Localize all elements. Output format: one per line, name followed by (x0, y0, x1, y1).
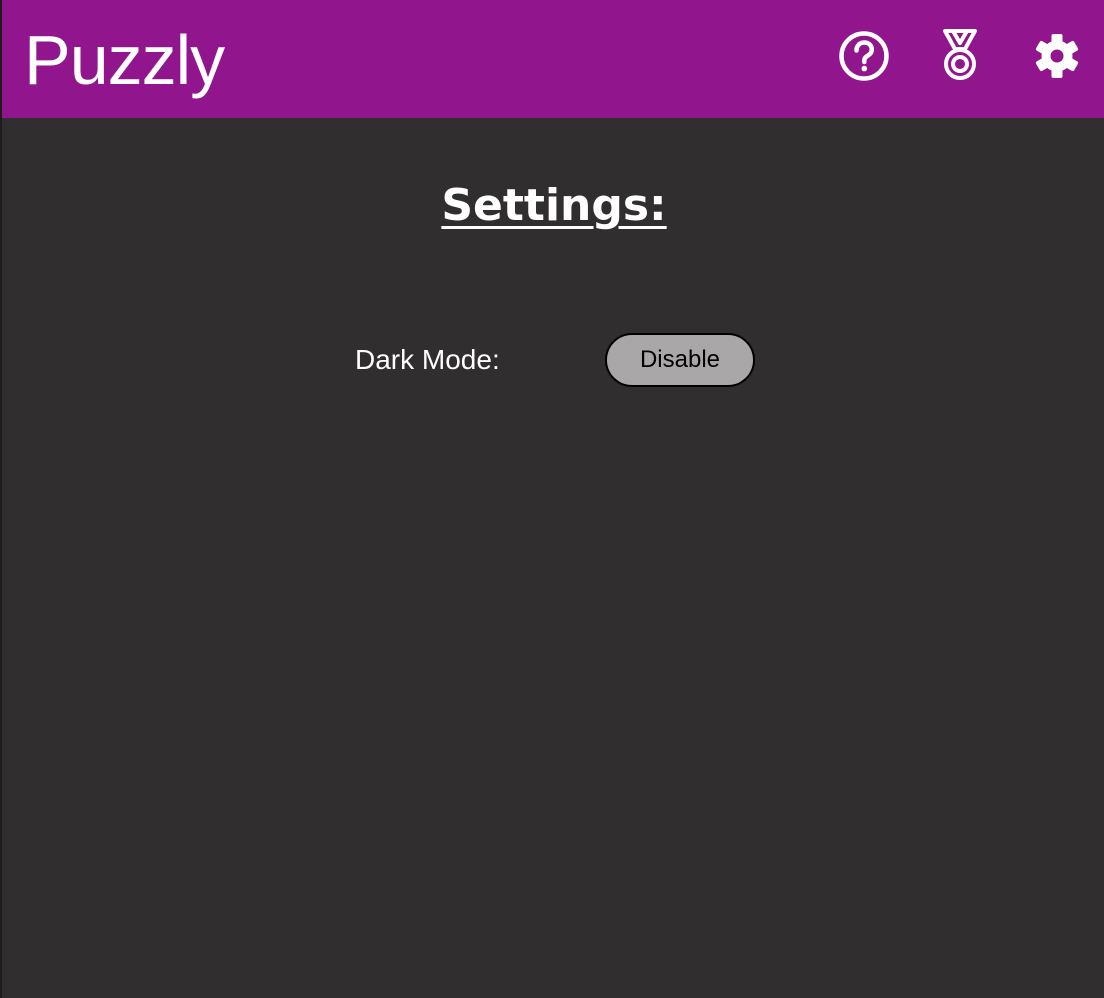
settings-button[interactable] (1030, 29, 1084, 83)
medal-icon (943, 29, 977, 80)
top-header: Puzzly (2, 0, 1104, 118)
page-title-text: Settings: (441, 180, 667, 231)
app-window: Puzzly Settings: Dark Mode: Disable (0, 0, 1104, 998)
dark-mode-label: Dark Mode: (355, 344, 500, 375)
help-button[interactable] (837, 29, 891, 83)
stats-button[interactable] (933, 29, 987, 83)
page-title: Settings: (2, 178, 1104, 234)
dark-mode-toggle-button[interactable]: Disable (605, 333, 755, 387)
gear-icon (1035, 34, 1079, 78)
help-circle-icon (839, 31, 889, 81)
app-logo[interactable]: Puzzly (24, 20, 225, 100)
